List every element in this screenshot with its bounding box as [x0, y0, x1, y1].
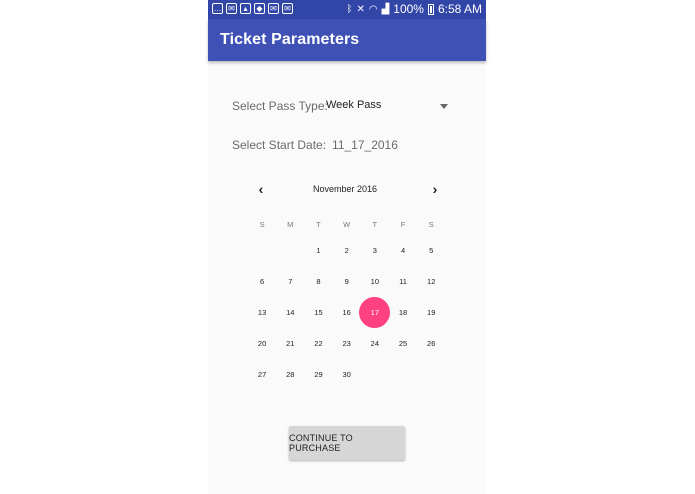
- dropdown-arrow-icon[interactable]: [440, 104, 448, 109]
- chat-icon: …: [212, 3, 223, 14]
- calendar-day[interactable]: 9: [333, 268, 361, 296]
- email-icon: ✉: [268, 3, 279, 14]
- calendar-grid: S M T W T F S 1 2 3 4 5 6 7 8 9 10 11 12…: [248, 215, 446, 390]
- calendar-day[interactable]: 22: [304, 330, 332, 358]
- calendar-month-title: November 2016: [312, 184, 378, 194]
- status-notification-icons: … ✉ ▴ ◆ ✉ ✉: [212, 3, 293, 14]
- weekday-label: T: [316, 220, 321, 229]
- chevron-right-icon[interactable]: ›: [426, 180, 444, 198]
- weekday-label: W: [343, 220, 351, 229]
- calendar-day[interactable]: 25: [389, 330, 417, 358]
- calendar-week-row: 20 21 22 23 24 25 26: [248, 328, 446, 359]
- pass-type-value[interactable]: Week Pass: [326, 99, 381, 111]
- calendar-week-row: 6 7 8 9 10 11 12: [248, 266, 446, 297]
- calendar-day[interactable]: 15: [304, 299, 332, 327]
- mail-icon: ✉: [282, 3, 293, 14]
- calendar-week-row: 13 14 15 16 17 18 19: [248, 297, 446, 328]
- calendar-day[interactable]: 24: [361, 330, 389, 358]
- weekday-header-row: S M T W T F S: [248, 215, 446, 235]
- calendar-day[interactable]: 19: [417, 299, 445, 327]
- start-date-row: Select Start Date: 11_17_2016: [232, 138, 398, 152]
- calendar-day[interactable]: 26: [417, 330, 445, 358]
- calendar-day[interactable]: 1: [304, 237, 332, 265]
- calendar-day[interactable]: 10: [361, 268, 389, 296]
- calendar-day[interactable]: 4: [389, 237, 417, 265]
- phone-screen: … ✉ ▴ ◆ ✉ ✉ ᛒ ✕ ◠ ▟ 100% 6:58 AM Ticket …: [208, 0, 486, 494]
- status-time: 6:58 AM: [437, 2, 482, 16]
- mail-icon: ✉: [226, 3, 237, 14]
- calendar-day[interactable]: 12: [417, 268, 445, 296]
- calendar-day[interactable]: 16: [333, 299, 361, 327]
- pass-type-selector[interactable]: Select Pass Type: Week Pass: [232, 98, 448, 116]
- calendar-day[interactable]: 27: [248, 361, 276, 389]
- calendar-week-row: 27 28 29 30: [248, 359, 446, 390]
- calendar-day[interactable]: 8: [304, 268, 332, 296]
- calendar-day[interactable]: 5: [417, 237, 445, 265]
- calendar-day-empty: [417, 361, 445, 389]
- calendar-day[interactable]: 29: [304, 361, 332, 389]
- calendar-day[interactable]: 6: [248, 268, 276, 296]
- page-title: Ticket Parameters: [220, 31, 360, 48]
- mute-icon: ✕: [356, 3, 365, 15]
- calendar-day[interactable]: 21: [276, 330, 304, 358]
- weekday-label: S: [428, 220, 434, 229]
- calendar-day-empty: [276, 237, 304, 265]
- selected-day-label: 17: [370, 307, 380, 317]
- calendar-day-selected[interactable]: 17: [359, 297, 391, 328]
- status-system-icons: ᛒ ✕ ◠ ▟ 100% 6:58 AM: [346, 2, 482, 16]
- calendar-day[interactable]: 30: [333, 361, 361, 389]
- continue-to-purchase-button[interactable]: CONTINUE TO PURCHASE: [289, 426, 405, 460]
- calendar-day[interactable]: 7: [276, 268, 304, 296]
- calendar-day[interactable]: 14: [276, 299, 304, 327]
- start-date-value: 11_17_2016: [332, 138, 398, 152]
- calendar-header: ‹ November 2016 ›: [248, 180, 442, 200]
- app-bar: Ticket Parameters: [208, 19, 486, 61]
- calendar-day[interactable]: 2: [333, 237, 361, 265]
- calendar-day[interactable]: 28: [276, 361, 304, 389]
- calendar-day[interactable]: 23: [333, 330, 361, 358]
- wifi-icon: ◠: [368, 3, 378, 15]
- calendar-week-row: 1 2 3 4 5: [248, 235, 446, 266]
- pass-type-label: Select Pass Type:: [232, 99, 328, 113]
- weekday-label: S: [259, 220, 265, 229]
- weekday-label: F: [400, 220, 406, 229]
- calendar-day[interactable]: 3: [361, 237, 389, 265]
- shield-icon: ◆: [254, 3, 265, 14]
- calendar-day[interactable]: 11: [389, 268, 417, 296]
- weekday-label: T: [372, 220, 378, 229]
- status-bar: … ✉ ▴ ◆ ✉ ✉ ᛒ ✕ ◠ ▟ 100% 6:58 AM: [208, 0, 486, 19]
- battery-percent: 100%: [393, 2, 424, 16]
- weekday-label: M: [287, 220, 294, 229]
- calendar-day[interactable]: 20: [248, 330, 276, 358]
- start-date-label: Select Start Date:: [232, 138, 327, 152]
- calendar-day[interactable]: 13: [248, 299, 276, 327]
- calendar-day[interactable]: 18: [389, 299, 417, 327]
- calendar-day-empty: [361, 361, 389, 389]
- battery-icon: [427, 3, 434, 15]
- calendar-day-empty: [248, 237, 276, 265]
- image-icon: ▴: [240, 3, 251, 14]
- calendar-day-empty: [389, 361, 417, 389]
- signal-icon: ▟: [381, 3, 390, 15]
- bluetooth-icon: ᛒ: [346, 3, 353, 15]
